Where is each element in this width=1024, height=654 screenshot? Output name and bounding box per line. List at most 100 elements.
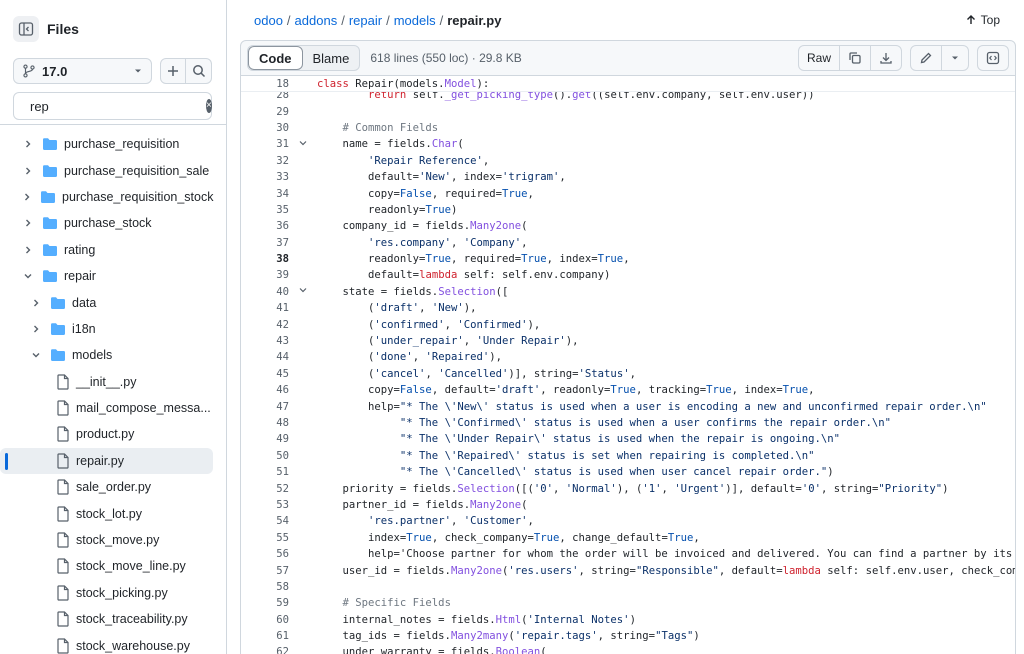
line-number[interactable]: 29 xyxy=(241,106,289,118)
code-line[interactable]: 53 partner_id = fields.Many2one( xyxy=(241,497,1015,513)
line-number[interactable]: 32 xyxy=(241,155,289,167)
line-number[interactable]: 61 xyxy=(241,630,289,642)
tree-folder-i18n[interactable]: i18n xyxy=(0,316,213,342)
edit-file-button[interactable] xyxy=(911,46,941,70)
code-line[interactable]: 54 'res.partner', 'Customer', xyxy=(241,513,1015,529)
chevron-right-icon[interactable] xyxy=(22,245,34,255)
breadcrumb-link-addons[interactable]: addons xyxy=(295,13,338,28)
tree-file-product.py[interactable]: product.py xyxy=(0,421,213,447)
tree-file-stock_picking.py[interactable]: stock_picking.py xyxy=(0,580,213,606)
tree-folder-purchase_stock[interactable]: purchase_stock xyxy=(0,210,213,236)
chevron-right-icon[interactable] xyxy=(22,166,34,176)
code-line[interactable]: 60 internal_notes = fields.Html('Interna… xyxy=(241,612,1015,628)
line-number[interactable]: 52 xyxy=(241,483,289,495)
code-line[interactable]: 44 ('done', 'Repaired'), xyxy=(241,349,1015,365)
search-files-button[interactable] xyxy=(186,58,212,84)
code-line[interactable]: 56 help='Choose partner for whom the ord… xyxy=(241,546,1015,562)
code-line[interactable]: 51 "* The \'Cancelled\' status is used w… xyxy=(241,464,1015,480)
line-number[interactable]: 51 xyxy=(241,466,289,478)
code-line[interactable]: 40 state = fields.Selection([ xyxy=(241,284,1015,300)
tree-file-mail_compose_messa...[interactable]: mail_compose_messa... xyxy=(0,395,213,421)
line-number[interactable]: 39 xyxy=(241,269,289,281)
code-line[interactable]: 34 copy=False, required=True, xyxy=(241,185,1015,201)
add-file-button[interactable] xyxy=(160,58,187,84)
code-line[interactable]: 55 index=True, check_company=True, chang… xyxy=(241,530,1015,546)
code-line[interactable]: 57 user_id = fields.Many2one('res.users'… xyxy=(241,562,1015,578)
collapse-sidebar-button[interactable] xyxy=(13,16,39,42)
line-number[interactable]: 43 xyxy=(241,335,289,347)
tree-file-__init__.py[interactable]: __init__.py xyxy=(0,369,213,395)
line-number[interactable]: 58 xyxy=(241,581,289,593)
code-line[interactable]: 31 name = fields.Char( xyxy=(241,136,1015,152)
line-number[interactable]: 50 xyxy=(241,450,289,462)
line-number[interactable]: 38 xyxy=(241,253,289,265)
line-number[interactable]: 60 xyxy=(241,614,289,626)
line-number[interactable]: 48 xyxy=(241,417,289,429)
chevron-right-icon[interactable] xyxy=(30,298,42,308)
tree-file-stock_traceability.py[interactable]: stock_traceability.py xyxy=(0,606,213,632)
tree-folder-purchase_requisition_sale[interactable]: purchase_requisition_sale xyxy=(0,157,213,183)
code-line[interactable]: 36 company_id = fields.Many2one( xyxy=(241,218,1015,234)
code-line[interactable]: 62 under_warranty = fields.Boolean( xyxy=(241,644,1015,654)
code-line[interactable]: 35 readonly=True) xyxy=(241,202,1015,218)
chevron-right-icon[interactable] xyxy=(22,218,34,228)
code-line[interactable]: 50 "* The \'Repaired\' status is set whe… xyxy=(241,448,1015,464)
code-line[interactable]: 29 xyxy=(241,103,1015,119)
code-line[interactable]: 41 ('draft', 'New'), xyxy=(241,300,1015,316)
code-line[interactable]: 49 "* The \'Under Repair\' status is use… xyxy=(241,431,1015,447)
code-line[interactable]: 43 ('under_repair', 'Under Repair'), xyxy=(241,333,1015,349)
code-viewer[interactable]: 28 return self._get_picking_type().get((… xyxy=(240,76,1016,654)
breadcrumb-link-repair[interactable]: repair xyxy=(349,13,382,28)
line-number[interactable]: 59 xyxy=(241,597,289,609)
line-number[interactable]: 36 xyxy=(241,220,289,232)
code-line[interactable]: 52 priority = fields.Selection([('0', 'N… xyxy=(241,480,1015,496)
line-number[interactable]: 53 xyxy=(241,499,289,511)
tree-file-repair.py[interactable]: repair.py xyxy=(0,447,213,475)
line-number[interactable]: 35 xyxy=(241,204,289,216)
line-number[interactable]: 41 xyxy=(241,302,289,314)
tree-folder-rating[interactable]: rating xyxy=(0,237,213,263)
copy-raw-button[interactable] xyxy=(839,46,870,70)
tree-folder-models[interactable]: models xyxy=(0,342,213,368)
line-number[interactable]: 54 xyxy=(241,515,289,527)
tree-file-stock_move_line.py[interactable]: stock_move_line.py xyxy=(0,553,213,579)
chevron-down-icon[interactable] xyxy=(22,271,34,281)
code-line[interactable]: 59 # Specific Fields xyxy=(241,595,1015,611)
line-number[interactable]: 44 xyxy=(241,351,289,363)
blame-tab[interactable]: Blame xyxy=(303,46,360,70)
line-number[interactable]: 57 xyxy=(241,565,289,577)
line-number[interactable]: 42 xyxy=(241,319,289,331)
code-line[interactable]: 48 "* The \'Confirmed\' status is used w… xyxy=(241,415,1015,431)
tree-folder-repair[interactable]: repair xyxy=(0,263,213,289)
sticky-scope-header[interactable]: 18 class Repair(models.Model): xyxy=(241,76,1015,92)
line-number[interactable]: 33 xyxy=(241,171,289,183)
code-line[interactable]: 37 'res.company', 'Company', xyxy=(241,235,1015,251)
edit-options-button[interactable] xyxy=(941,46,968,70)
line-number[interactable]: 46 xyxy=(241,384,289,396)
line-number[interactable]: 62 xyxy=(241,646,289,654)
raw-button[interactable]: Raw xyxy=(799,46,839,70)
code-line[interactable]: 46 copy=False, default='draft', readonly… xyxy=(241,382,1015,398)
line-number[interactable]: 47 xyxy=(241,401,289,413)
tree-file-stock_move.py[interactable]: stock_move.py xyxy=(0,527,213,553)
tree-folder-data[interactable]: data xyxy=(0,289,213,315)
code-line[interactable]: 45 ('cancel', 'Cancelled')], string='Sta… xyxy=(241,366,1015,382)
code-line[interactable]: 38 readonly=True, required=True, index=T… xyxy=(241,251,1015,267)
code-line[interactable]: 30 # Common Fields xyxy=(241,120,1015,136)
line-number[interactable]: 55 xyxy=(241,532,289,544)
file-filter-box[interactable]: × xyxy=(13,92,212,120)
line-number[interactable]: 30 xyxy=(241,122,289,134)
file-filter-input[interactable] xyxy=(30,98,206,114)
code-line[interactable]: 42 ('confirmed', 'Confirmed'), xyxy=(241,316,1015,332)
symbols-panel-button[interactable] xyxy=(978,46,1008,70)
chevron-down-icon[interactable] xyxy=(30,350,42,360)
line-number[interactable]: 40 xyxy=(241,286,289,298)
tree-folder-purchase_requisition_stock[interactable]: purchase_requisition_stock xyxy=(0,184,213,210)
breadcrumb-link-models[interactable]: models xyxy=(394,13,436,28)
chevron-right-icon[interactable] xyxy=(30,324,42,334)
back-to-top-link[interactable]: Top xyxy=(965,13,1000,27)
code-line[interactable]: 32 'Repair Reference', xyxy=(241,153,1015,169)
breadcrumb-link-odoo[interactable]: odoo xyxy=(254,13,283,28)
line-number[interactable]: 37 xyxy=(241,237,289,249)
code-line[interactable]: 58 xyxy=(241,579,1015,595)
